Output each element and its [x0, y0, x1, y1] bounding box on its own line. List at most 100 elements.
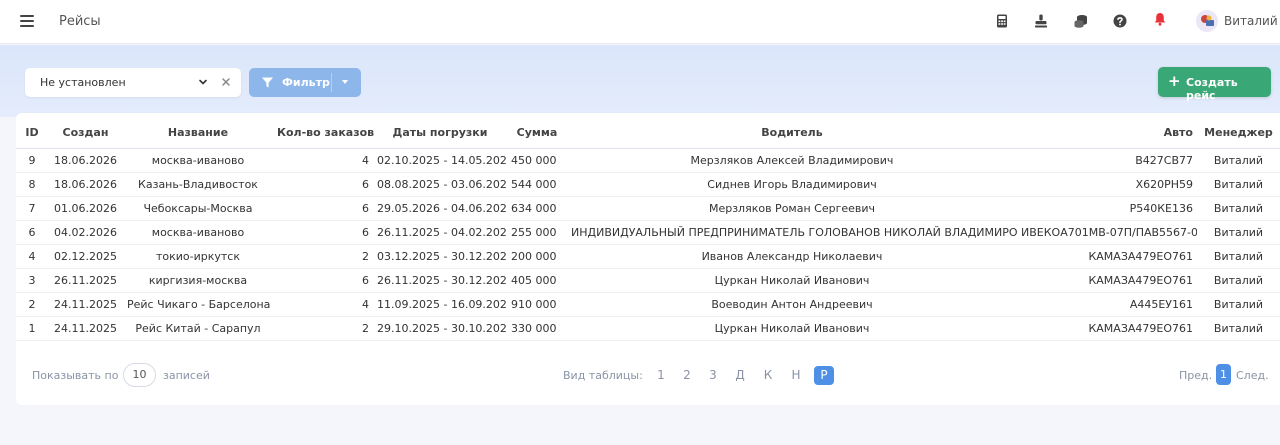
column-header-vehicle[interactable]: Авто [1017, 117, 1197, 149]
cell-manager: Виталий [1197, 172, 1280, 197]
table-row[interactable]: 7 01.06.2026 Чебоксары-Москва 6 29.05.20… [16, 196, 1280, 221]
filter-divider [331, 73, 332, 92]
cell-amount: 200 000 [507, 244, 567, 269]
cell-created: 18.06.2026 [48, 172, 123, 197]
cell-loading-dates: 02.10.2025 - 14.05.2026 [373, 148, 507, 173]
cell-vehicle: КАМАЗА479ЕО761 [1017, 268, 1197, 293]
cell-amount: 910 000 [507, 292, 567, 317]
column-header-amount[interactable]: Сумма [507, 117, 567, 149]
cell-vehicle: Х620РН59 [1017, 172, 1197, 197]
cell-id: 8 [16, 172, 48, 197]
table-view-switcher: Вид таблицы: 1 2 3 Д К Н Р [548, 360, 840, 390]
table-view-option[interactable]: 2 [677, 366, 697, 385]
table-row[interactable]: 6 04.02.2026 москва-иваново 6 26.11.2025… [16, 220, 1280, 245]
plus-icon: + [1168, 72, 1181, 90]
table-row[interactable]: 2 24.11.2025 Рейс Чикаго - Барселона 4 1… [16, 292, 1280, 317]
cell-name: Чебоксары-Москва [123, 196, 273, 221]
table-view-option-active[interactable]: Р [814, 366, 834, 385]
calculator-icon[interactable] [994, 13, 1010, 29]
table-row[interactable]: 1 24.11.2025 Рейс Китай - Сарапул 2 29.1… [16, 316, 1280, 341]
cell-driver: Цуркан Николай Иванович [567, 268, 1017, 293]
cell-vehicle: КАМАЗА479ЕО761 [1017, 244, 1197, 269]
cell-amount: 450 000 [507, 148, 567, 173]
column-header-loading-dates[interactable]: Даты погрузки [373, 117, 507, 149]
page-title: Рейсы [59, 14, 101, 29]
cell-created: 01.06.2026 [48, 196, 123, 221]
cell-orders-count: 2 [273, 316, 373, 341]
table-row[interactable]: 4 02.12.2025 токио-иркутск 2 03.12.2025 … [16, 244, 1280, 269]
cell-vehicle: КАМАЗА479ЕО761 [1017, 316, 1197, 341]
caret-down-icon[interactable] [342, 80, 348, 84]
cell-orders-count: 6 [273, 220, 373, 245]
cell-driver: Иванов Александр Николаевич [567, 244, 1017, 269]
cell-orders-count: 6 [273, 196, 373, 221]
cell-manager: Виталий [1197, 316, 1280, 341]
cell-name: Казань-Владивосток [123, 172, 273, 197]
user-name[interactable]: Виталий [1224, 14, 1278, 28]
table-view-option[interactable]: 1 [651, 366, 671, 385]
cell-vehicle: В427СВ77 [1017, 148, 1197, 173]
help-icon[interactable] [1112, 13, 1128, 29]
table-view-option[interactable]: Д [730, 366, 750, 385]
create-trip-label: Создать рейс [1186, 76, 1238, 102]
column-header-id[interactable]: ID [16, 117, 48, 149]
cell-loading-dates: 26.11.2025 - 04.02.2026 [373, 220, 507, 245]
cell-manager: Виталий [1197, 244, 1280, 269]
clear-icon[interactable] [220, 76, 232, 88]
cell-id: 3 [16, 268, 48, 293]
cell-name: Рейс Чикаго - Барселона [123, 292, 273, 317]
cell-loading-dates: 29.10.2025 - 30.10.2025 [373, 316, 507, 341]
cell-vehicle: Р540КЕ136 [1017, 196, 1197, 221]
table-row[interactable]: 9 18.06.2026 москва-иваново 4 02.10.2025… [16, 148, 1280, 173]
cell-driver: Воеводин Антон Андреевич [567, 292, 1017, 317]
cell-manager: Виталий [1197, 196, 1280, 221]
cell-driver: Цуркан Николай Иванович [567, 316, 1017, 341]
funnel-icon [262, 77, 273, 88]
pagination-next[interactable]: След. [1236, 369, 1269, 382]
status-select[interactable]: Не установлен [25, 68, 241, 97]
bell-icon[interactable] [1152, 11, 1168, 27]
cell-created: 26.11.2025 [48, 268, 123, 293]
cell-id: 1 [16, 316, 48, 341]
cell-driver: Сиднев Игорь Владимирович [567, 172, 1017, 197]
column-header-manager[interactable]: Менеджер [1197, 117, 1280, 149]
cell-orders-count: 6 [273, 172, 373, 197]
table-view-option[interactable]: 3 [703, 366, 723, 385]
cell-vehicle: ИВЕКОА701МВ-07П/ПАВ5567-07 [1017, 220, 1197, 245]
per-page-input[interactable]: 10 [123, 363, 156, 387]
cell-name: москва-иваново [123, 148, 273, 173]
table-row[interactable]: 3 26.11.2025 киргизия-москва 6 26.11.202… [16, 268, 1280, 293]
column-header-created[interactable]: Создан [48, 117, 123, 149]
stamp-icon[interactable] [1033, 13, 1049, 29]
cell-amount: 405 000 [507, 268, 567, 293]
avatar[interactable] [1196, 10, 1218, 32]
cell-name: москва-иваново [123, 220, 273, 245]
cell-loading-dates: 26.11.2025 - 30.12.2025 [373, 268, 507, 293]
cell-created: 02.12.2025 [48, 244, 123, 269]
column-header-driver[interactable]: Водитель [567, 117, 1017, 149]
create-trip-button[interactable]: + Создать рейс [1158, 67, 1271, 102]
cell-id: 6 [16, 220, 48, 245]
pagination-page-current[interactable]: 1 [1216, 364, 1231, 385]
cell-amount: 634 000 [507, 196, 567, 221]
cell-amount: 330 000 [507, 316, 567, 341]
table-row[interactable]: 8 18.06.2026 Казань-Владивосток 6 08.08.… [16, 172, 1280, 197]
cell-manager: Виталий [1197, 292, 1280, 317]
cell-orders-count: 2 [273, 244, 373, 269]
cell-orders-count: 4 [273, 292, 373, 317]
pagination-prev[interactable]: Пред. [1179, 369, 1212, 382]
filter-button[interactable]: Фильтр [249, 68, 361, 97]
table-view-option[interactable]: Н [786, 366, 806, 385]
coins-icon[interactable] [1073, 13, 1089, 29]
chevron-down-icon [199, 79, 207, 85]
cell-vehicle: А445ЕУ161 [1017, 292, 1197, 317]
menu-icon[interactable] [20, 15, 34, 27]
cell-driver: Мерзляков Алексей Владимирович [567, 148, 1017, 173]
column-header-name[interactable]: Название [123, 117, 273, 149]
cell-id: 9 [16, 148, 48, 173]
column-header-orders-count[interactable]: Кол-во заказов [273, 117, 374, 149]
cell-name: Рейс Китай - Сарапул [123, 316, 273, 341]
cell-orders-count: 6 [273, 268, 373, 293]
per-page-suffix: записей [163, 369, 210, 382]
table-view-option[interactable]: К [758, 366, 778, 385]
